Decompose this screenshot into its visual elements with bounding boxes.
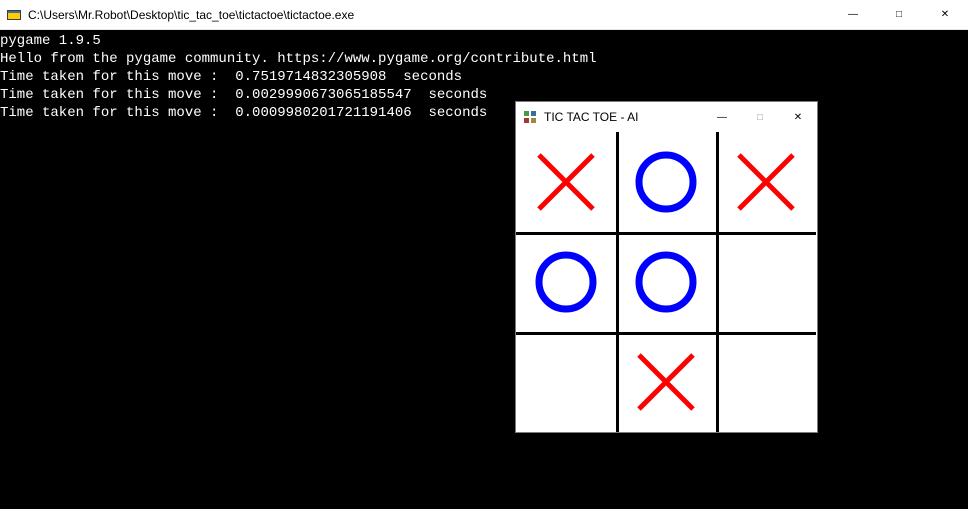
close-icon: ✕ — [941, 9, 949, 20]
close-icon: ✕ — [794, 112, 802, 123]
board-cell-0-1 — [616, 132, 716, 232]
board-cell-1-2[interactable] — [716, 232, 816, 332]
console-window: C:\Users\Mr.Robot\Desktop\tic_tac_toe\ti… — [0, 0, 968, 509]
console-line: Time taken for this move : 0.00299906730… — [0, 87, 487, 103]
minimize-icon: — — [848, 9, 858, 20]
maximize-icon: □ — [757, 112, 763, 123]
game-window: TIC TAC TOE - AI — □ ✕ — [515, 101, 818, 433]
console-line: Time taken for this move : 0.75197148323… — [0, 69, 462, 85]
board-cell-1-1 — [616, 232, 716, 332]
board-cell-0-0 — [516, 132, 616, 232]
board-cell-2-2[interactable] — [716, 332, 816, 432]
minimize-icon: — — [717, 112, 727, 123]
x-mark-icon — [531, 147, 601, 217]
console-line: pygame 1.9.5 — [0, 33, 101, 49]
maximize-icon: □ — [896, 9, 902, 20]
app-icon — [6, 7, 22, 23]
game-board — [516, 132, 816, 432]
console-line: Time taken for this move : 0.00099802017… — [0, 105, 487, 121]
board-cell-0-2 — [716, 132, 816, 232]
console-titlebar[interactable]: C:\Users\Mr.Robot\Desktop\tic_tac_toe\ti… — [0, 0, 968, 30]
close-button[interactable]: ✕ — [922, 0, 968, 29]
window-controls: — □ ✕ — [830, 0, 968, 29]
game-minimize-button[interactable]: — — [703, 102, 741, 132]
maximize-button[interactable]: □ — [876, 0, 922, 29]
game-titlebar[interactable]: TIC TAC TOE - AI — □ ✕ — [516, 102, 817, 132]
minimize-button[interactable]: — — [830, 0, 876, 29]
board-cell-2-0[interactable] — [516, 332, 616, 432]
game-title: TIC TAC TOE - AI — [544, 110, 703, 124]
console-line: Hello from the pygame community. https:/… — [0, 51, 597, 67]
o-mark-icon — [531, 247, 601, 317]
game-close-button[interactable]: ✕ — [779, 102, 817, 132]
x-mark-icon — [631, 347, 701, 417]
o-mark-icon — [631, 247, 701, 317]
console-title: C:\Users\Mr.Robot\Desktop\tic_tac_toe\ti… — [28, 8, 830, 22]
board-cell-2-1 — [616, 332, 716, 432]
console-output[interactable]: pygame 1.9.5 Hello from the pygame commu… — [0, 30, 968, 509]
board-cell-1-0 — [516, 232, 616, 332]
game-window-controls: — □ ✕ — [703, 102, 817, 132]
pygame-icon — [522, 109, 538, 125]
o-mark-icon — [631, 147, 701, 217]
x-mark-icon — [731, 147, 801, 217]
game-maximize-button: □ — [741, 102, 779, 132]
